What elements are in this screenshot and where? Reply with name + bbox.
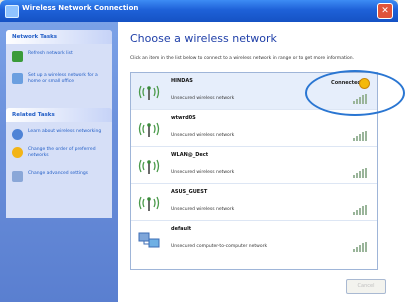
network-tasks-header: Network Tasks xyxy=(6,30,112,44)
task-label: Change advanced settings xyxy=(28,171,89,176)
network-name: wtwrd0S xyxy=(171,115,196,121)
computer-to-computer-icon xyxy=(138,232,160,248)
change-network-order-link[interactable]: Change the order of preferred networks xyxy=(6,144,112,162)
wireless-antenna-icon xyxy=(138,159,160,174)
wireless-antenna-icon xyxy=(138,85,160,100)
signal-strength-icon xyxy=(353,168,369,178)
settings-icon xyxy=(12,171,23,182)
title-bar: Wireless Network Connection ✕ xyxy=(0,0,398,22)
info-icon xyxy=(12,129,23,140)
learn-wireless-link[interactable]: Learn about wireless networking xyxy=(6,126,112,140)
network-item[interactable]: wtwrd0S Unsecured wireless network xyxy=(131,110,377,147)
network-item[interactable]: WLAN@_Dect Unsecured wireless network xyxy=(131,147,377,184)
setup-wireless-network-link[interactable]: Set up a wireless network for a home or … xyxy=(6,70,112,88)
refresh-network-list-link[interactable]: Refresh network list xyxy=(6,48,112,62)
network-description: Unsecured computer-to-computer network xyxy=(171,244,268,249)
related-tasks-header: Related Tasks xyxy=(6,108,112,122)
network-name: WLAN@_Dect xyxy=(171,152,209,158)
signal-strength-icon xyxy=(353,242,369,252)
task-label: Learn about wireless networking xyxy=(28,129,102,134)
network-tasks-panel: Network Tasks Refresh network list Set u… xyxy=(6,30,112,116)
highlight-circle xyxy=(305,70,405,116)
close-button[interactable]: ✕ xyxy=(377,3,393,19)
wireless-antenna-icon xyxy=(138,196,160,211)
network-name: ASUS_GUEST xyxy=(171,189,208,195)
change-advanced-settings-link[interactable]: Change advanced settings xyxy=(6,168,112,182)
setup-network-icon xyxy=(12,73,23,84)
window-title: Wireless Network Connection xyxy=(22,4,139,12)
task-label: Change the order of preferred networks xyxy=(28,147,96,158)
star-icon xyxy=(12,147,23,158)
network-description: Unsecured wireless network xyxy=(171,170,235,175)
wireless-network-window: Wireless Network Connection ✕ Network Ta… xyxy=(0,0,398,302)
network-item[interactable]: default Unsecured computer-to-computer n… xyxy=(131,221,377,257)
sidebar: Network Tasks Refresh network list Set u… xyxy=(0,22,118,302)
related-tasks-panel: Related Tasks Learn about wireless netwo… xyxy=(6,108,112,218)
refresh-icon xyxy=(12,51,23,62)
network-item[interactable]: ASUS_GUEST Unsecured wireless network xyxy=(131,184,377,221)
cancel-button[interactable]: Cancel xyxy=(346,279,386,294)
instruction-text: Click an item in the list below to conne… xyxy=(130,56,355,61)
main-panel: Choose a wireless network Click an item … xyxy=(118,22,398,302)
network-name: default xyxy=(171,226,192,232)
task-label: Set up a wireless network for a home or … xyxy=(28,73,98,84)
signal-strength-icon xyxy=(353,205,369,215)
wireless-antenna-icon xyxy=(138,122,160,137)
page-title: Choose a wireless network xyxy=(130,32,277,45)
network-description: Unsecured wireless network xyxy=(171,96,235,101)
network-description: Unsecured wireless network xyxy=(171,133,235,138)
network-description: Unsecured wireless network xyxy=(171,207,235,212)
network-name: HINDAS xyxy=(171,78,193,84)
signal-strength-icon xyxy=(353,131,369,141)
network-icon xyxy=(5,5,19,18)
task-label: Refresh network list xyxy=(28,51,73,56)
